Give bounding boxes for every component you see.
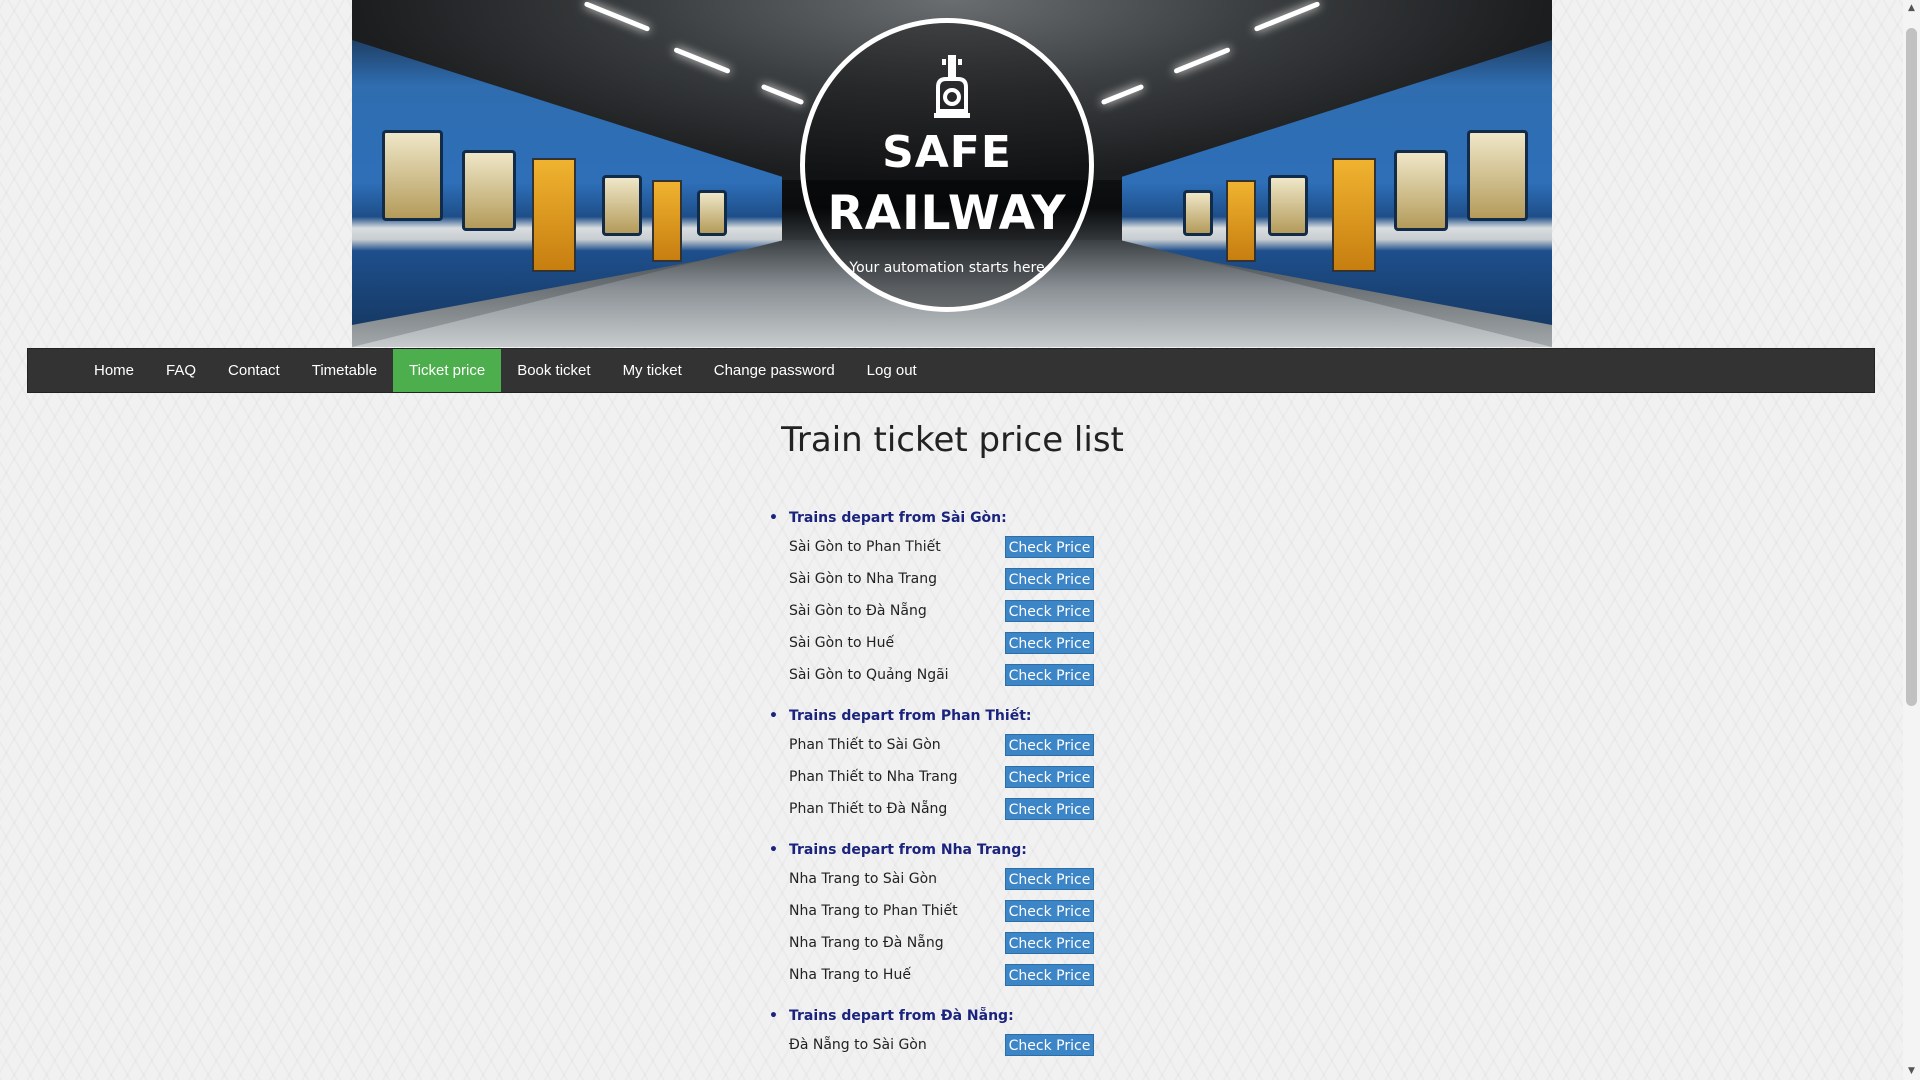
route-label: Sài Gòn to Phan Thiết	[789, 539, 941, 555]
group-title: • Trains depart from Đà Nẵng:	[769, 1003, 1094, 1029]
group-title: • Trains depart from Phan Thiết:	[769, 703, 1094, 729]
group-title-text: Trains depart from Đà Nẵng:	[789, 1008, 1014, 1024]
train-icon	[934, 55, 970, 118]
check-price-button[interactable]: Check Price	[1005, 932, 1094, 954]
route-row: Sài Gòn to Quảng Ngãi Check Price	[789, 659, 1094, 691]
site-logo[interactable]: SAFE RAILWAY Your automation starts here	[800, 18, 1094, 312]
check-price-button[interactable]: Check Price	[1005, 766, 1094, 788]
route-label: Sài Gòn to Nha Trang	[789, 571, 938, 587]
nav-change-password[interactable]: Change password	[698, 349, 851, 392]
route-label: Phan Thiết to Nha Trang	[789, 769, 958, 785]
route-row: Phan Thiết to Sài Gòn Check Price	[789, 729, 1094, 761]
check-price-button[interactable]: Check Price	[1005, 1034, 1094, 1056]
price-list: • Trains depart from Sài Gòn: Sài Gòn to P…	[769, 505, 1094, 1073]
route-row: Sài Gòn to Huế Check Price	[789, 627, 1094, 659]
group-title-text: Trains depart from Sài Gòn:	[789, 510, 1007, 526]
check-price-button[interactable]: Check Price	[1005, 734, 1094, 756]
route-group: • Trains depart from Nha Trang: Nha Trang …	[769, 837, 1094, 991]
bullet-icon: •	[769, 510, 778, 526]
route-group: • Trains depart from Phan Thiết: Phan Thiế…	[769, 703, 1094, 825]
group-title-text: Trains depart from Nha Trang:	[789, 842, 1027, 858]
bullet-icon: •	[769, 1008, 778, 1024]
nav-ticket-price[interactable]: Ticket price	[393, 349, 502, 392]
route-row: Đà Nẵng to Sài Gòn Check Price	[789, 1029, 1094, 1061]
group-title: • Trains depart from Nha Trang:	[769, 837, 1094, 863]
check-price-button[interactable]: Check Price	[1005, 600, 1094, 622]
route-label: Nha Trang to Đà Nẵng	[789, 935, 944, 951]
logo-title-safe: SAFE	[882, 127, 1012, 178]
nav-home[interactable]: Home	[78, 349, 150, 392]
route-group: • Trains depart from Sài Gòn: Sài Gòn to P…	[769, 505, 1094, 691]
main-navigation: Home FAQ Contact Timetable Ticket price …	[27, 348, 1875, 393]
check-price-button[interactable]: Check Price	[1005, 900, 1094, 922]
scroll-down-arrow-icon[interactable]: ▼	[1903, 1063, 1920, 1080]
route-label: Nha Trang to Huế	[789, 967, 911, 983]
route-row: Phan Thiết to Nha Trang Check Price	[789, 761, 1094, 793]
scroll-up-arrow-icon[interactable]: ▲	[1903, 0, 1920, 17]
route-row: Nha Trang to Huế Check Price	[789, 959, 1094, 991]
route-row: Nha Trang to Sài Gòn Check Price	[789, 863, 1094, 895]
nav-log-out[interactable]: Log out	[851, 349, 933, 392]
nav-my-ticket[interactable]: My ticket	[607, 349, 698, 392]
page-title: Train ticket price list	[781, 420, 1124, 460]
logo-title-railway: RAILWAY	[827, 186, 1067, 241]
route-group: • Trains depart from Đà Nẵng: Đà Nẵng to S…	[769, 1003, 1094, 1061]
bullet-icon: •	[769, 842, 778, 858]
route-row: Sài Gòn to Phan Thiết Check Price	[789, 531, 1094, 563]
group-title-text: Trains depart from Phan Thiết:	[789, 708, 1032, 724]
header-banner: SAFE RAILWAY Your automation starts here	[352, 0, 1552, 347]
route-label: Sài Gòn to Quảng Ngãi	[789, 667, 949, 683]
nav-contact[interactable]: Contact	[212, 349, 296, 392]
route-row: Sài Gòn to Nha Trang Check Price	[789, 563, 1094, 595]
route-label: Nha Trang to Phan Thiết	[789, 903, 958, 919]
route-row: Sài Gòn to Đà Nẵng Check Price	[789, 595, 1094, 627]
group-title: • Trains depart from Sài Gòn:	[769, 505, 1094, 531]
route-label: Sài Gòn to Đà Nẵng	[789, 603, 927, 619]
check-price-button[interactable]: Check Price	[1005, 536, 1094, 558]
logo-tagline: Your automation starts here	[849, 260, 1045, 276]
route-row: Nha Trang to Phan Thiết Check Price	[789, 895, 1094, 927]
vertical-scrollbar[interactable]: ▲ ▼	[1903, 0, 1920, 1080]
check-price-button[interactable]: Check Price	[1005, 664, 1094, 686]
scroll-thumb[interactable]	[1906, 28, 1917, 706]
nav-book-ticket[interactable]: Book ticket	[501, 349, 606, 392]
nav-timetable[interactable]: Timetable	[296, 349, 393, 392]
route-label: Đà Nẵng to Sài Gòn	[789, 1037, 927, 1053]
nav-faq[interactable]: FAQ	[150, 349, 212, 392]
check-price-button[interactable]: Check Price	[1005, 632, 1094, 654]
route-label: Nha Trang to Sài Gòn	[789, 871, 938, 887]
route-label: Sài Gòn to Huế	[789, 635, 895, 651]
check-price-button[interactable]: Check Price	[1005, 798, 1094, 820]
route-label: Phan Thiết to Đà Nẵng	[789, 801, 948, 817]
route-row: Phan Thiết to Đà Nẵng Check Price	[789, 793, 1094, 825]
route-label: Phan Thiết to Sài Gòn	[789, 737, 941, 753]
check-price-button[interactable]: Check Price	[1005, 868, 1094, 890]
check-price-button[interactable]: Check Price	[1005, 964, 1094, 986]
bullet-icon: •	[769, 708, 778, 724]
route-row: Nha Trang to Đà Nẵng Check Price	[789, 927, 1094, 959]
check-price-button[interactable]: Check Price	[1005, 568, 1094, 590]
